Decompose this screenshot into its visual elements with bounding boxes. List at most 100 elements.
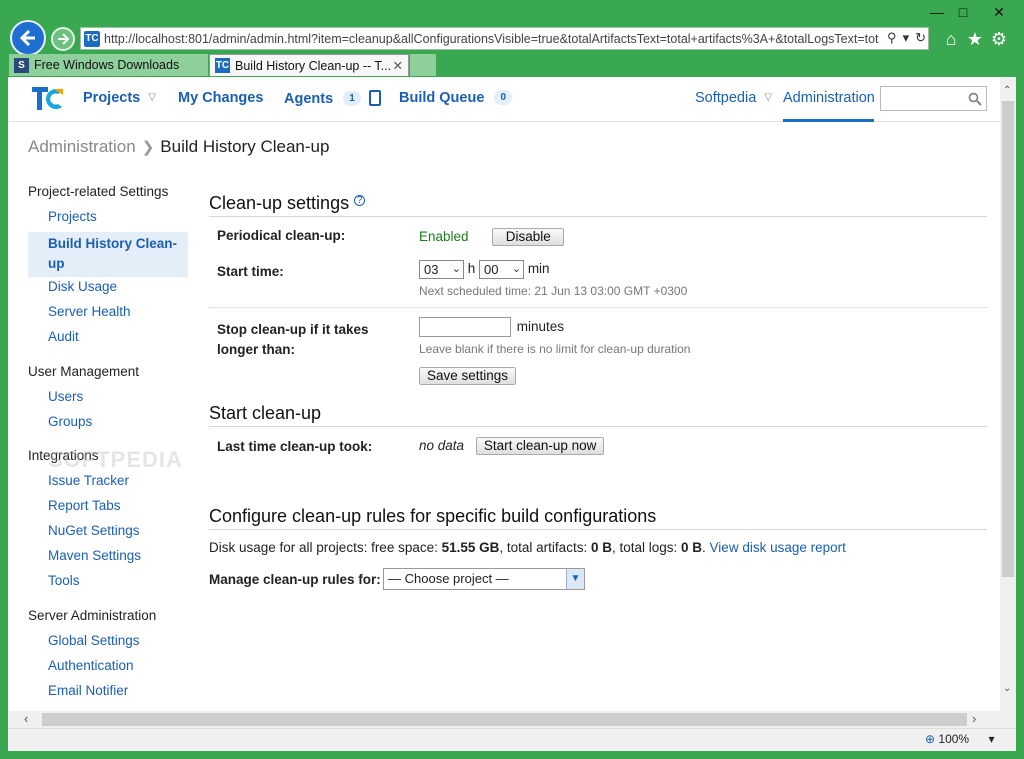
cleanup-settings-heading: Clean-up settings ?: [209, 193, 987, 217]
chevron-up-icon[interactable]: ⌃: [1003, 85, 1011, 96]
sidebar-item-issue-tracker[interactable]: Issue Tracker: [28, 473, 188, 498]
sidebar-item-report-tabs[interactable]: Report Tabs: [28, 498, 188, 523]
status-bar: ⊕ 100% ▾: [8, 728, 1016, 751]
chevron-left-icon[interactable]: ‹: [24, 711, 28, 726]
project-select-value: — Choose project —: [388, 571, 509, 586]
page-viewport: Projects ▽ My Changes Agents 1 Build Que…: [8, 77, 1000, 711]
sidebar-item-projects[interactable]: Projects: [28, 209, 188, 234]
sidebar-item-users[interactable]: Users: [28, 389, 188, 414]
sidebar-item-build-history-cleanup[interactable]: Build History Clean-up: [28, 232, 188, 277]
sidebar-group-title: User Management: [28, 364, 140, 379]
close-tab-icon[interactable]: ✕: [393, 58, 403, 73]
agents-count-badge: 1: [343, 91, 361, 106]
back-button[interactable]: [10, 20, 46, 56]
stop-label-line2: longer than:: [217, 342, 295, 357]
hours-unit: h: [467, 261, 476, 277]
nav-build-queue[interactable]: Build Queue 0: [399, 90, 512, 106]
nav-projects[interactable]: Projects ▽: [83, 90, 156, 106]
dropdown-icon[interactable]: ▾: [903, 30, 910, 46]
search-input[interactable]: [880, 86, 987, 111]
sidebar-item-server-health[interactable]: Server Health: [28, 304, 188, 329]
teamcity-favicon-icon: TC: [215, 58, 230, 73]
sidebar-item-audit[interactable]: Audit: [28, 329, 188, 354]
home-icon[interactable]: ⌂: [940, 28, 962, 50]
chevron-down-icon[interactable]: ⌄: [1003, 683, 1011, 694]
disable-button[interactable]: Disable: [492, 228, 565, 246]
start-time-row: 03 ⌄ h 00 ⌄ min: [419, 260, 550, 279]
tab-free-windows-downloads[interactable]: S Free Windows Downloads: [9, 54, 208, 76]
horizontal-scrollbar[interactable]: ‹ ›: [8, 711, 1016, 728]
chevron-right-icon[interactable]: ›: [972, 711, 976, 726]
teamcity-header: Projects ▽ My Changes Agents 1 Build Que…: [8, 77, 1000, 122]
disk-usage-prefix: Disk usage for all projects: free space:: [209, 540, 442, 555]
address-bar[interactable]: TC http://localhost:801/admin/admin.html…: [80, 27, 929, 50]
sidebar-group-title: Project-related Settings: [28, 184, 169, 199]
nav-build-queue-label: Build Queue: [399, 90, 485, 106]
sidebar-item-global-settings[interactable]: Global Settings: [28, 633, 188, 658]
forward-button[interactable]: [51, 27, 75, 51]
logs-prefix: , total logs:: [611, 540, 682, 555]
sidebar-item-email-notifier[interactable]: Email Notifier: [28, 683, 188, 708]
chevron-down-icon[interactable]: ▽: [148, 92, 156, 103]
nav-user[interactable]: Softpedia ▽: [695, 90, 772, 106]
nav-my-changes[interactable]: My Changes: [178, 90, 263, 106]
chevron-down-icon: ⌄: [511, 263, 522, 275]
zoom-level: 100%: [938, 732, 970, 746]
minute-value: 00: [484, 262, 499, 277]
chevron-down-icon: ⌄: [451, 263, 461, 275]
chevron-down-icon[interactable]: ▼: [566, 569, 584, 589]
sidebar-item-disk-usage[interactable]: Disk Usage: [28, 279, 188, 304]
tab-label: Build History Clean-up -- T...: [235, 58, 392, 73]
softpedia-favicon-icon: S: [14, 57, 29, 73]
start-cleanup-heading: Start clean-up: [209, 403, 987, 427]
chevron-right-icon: ❯: [141, 139, 155, 156]
stop-cleanup-label: Stop clean-up if it takes longer than:: [217, 320, 369, 360]
view-disk-usage-link[interactable]: View disk usage report: [710, 540, 846, 555]
chevron-down-icon[interactable]: ▾: [988, 732, 994, 746]
tab-build-history-cleanup[interactable]: TC Build History Clean-up -- T... ✕: [209, 54, 409, 76]
project-select[interactable]: — Choose project — ▼: [383, 568, 585, 590]
free-space-value: 51.55 GB: [441, 540, 500, 555]
sidebar-item-nuget-settings[interactable]: NuGet Settings: [28, 523, 188, 548]
status-enabled: Enabled: [419, 229, 469, 244]
horizontal-scroll-thumb[interactable]: [42, 713, 967, 726]
start-cleanup-button[interactable]: Start clean-up now: [475, 437, 605, 455]
sidebar-item-groups[interactable]: Groups: [28, 414, 188, 439]
refresh-icon[interactable]: ↻: [915, 30, 926, 46]
periodical-cleanup-row: Enabled Disable: [419, 228, 565, 246]
chevron-down-icon[interactable]: ▽: [764, 92, 772, 103]
minute-select[interactable]: 00 ⌄: [479, 260, 525, 279]
search-icon[interactable]: ⚲: [887, 30, 897, 46]
save-settings-button[interactable]: Save settings: [419, 367, 517, 385]
teamcity-logo-icon[interactable]: [30, 83, 64, 113]
logs-value: 0 B: [681, 540, 703, 555]
sidebar-item-authentication[interactable]: Authentication: [28, 658, 188, 683]
nav-agents-label: Agents: [284, 91, 334, 107]
vertical-scrollbar[interactable]: ⌃ ⌄: [1000, 77, 1016, 711]
user-name: Softpedia: [695, 90, 757, 106]
hour-select[interactable]: 03 ⌄: [419, 260, 464, 279]
minimize-icon[interactable]: —: [924, 2, 950, 22]
help-icon[interactable]: ?: [354, 195, 366, 206]
settings-gear-icon[interactable]: ⚙: [988, 28, 1010, 50]
close-window-icon[interactable]: ✕: [986, 2, 1012, 22]
search-icon[interactable]: [968, 92, 982, 106]
watermark: SOFTPEDIA: [48, 447, 183, 472]
manage-rules-label: Manage clean-up rules for:: [209, 572, 381, 587]
nav-agents[interactable]: Agents 1: [284, 90, 381, 107]
new-tab-button[interactable]: [410, 54, 436, 76]
zoom-control[interactable]: ⊕ 100% ▾: [925, 732, 994, 746]
favorites-star-icon[interactable]: ★: [964, 28, 986, 50]
nav-administration[interactable]: Administration: [783, 90, 875, 122]
max-duration-input[interactable]: [419, 317, 511, 337]
queue-count-badge: 0: [494, 90, 512, 105]
vertical-scroll-thumb[interactable]: [1002, 101, 1014, 577]
maximize-icon[interactable]: □: [950, 2, 976, 22]
sidebar-item-maven-settings[interactable]: Maven Settings: [28, 548, 188, 573]
sidebar-item-tools[interactable]: Tools: [28, 573, 188, 598]
breadcrumb-administration[interactable]: Administration: [28, 137, 136, 156]
hour-value: 03: [424, 262, 439, 277]
nav-projects-label: Projects: [83, 90, 141, 106]
stop-cleanup-hint: Leave blank if there is no limit for cle…: [419, 342, 691, 356]
zoom-icon: ⊕: [925, 732, 936, 746]
